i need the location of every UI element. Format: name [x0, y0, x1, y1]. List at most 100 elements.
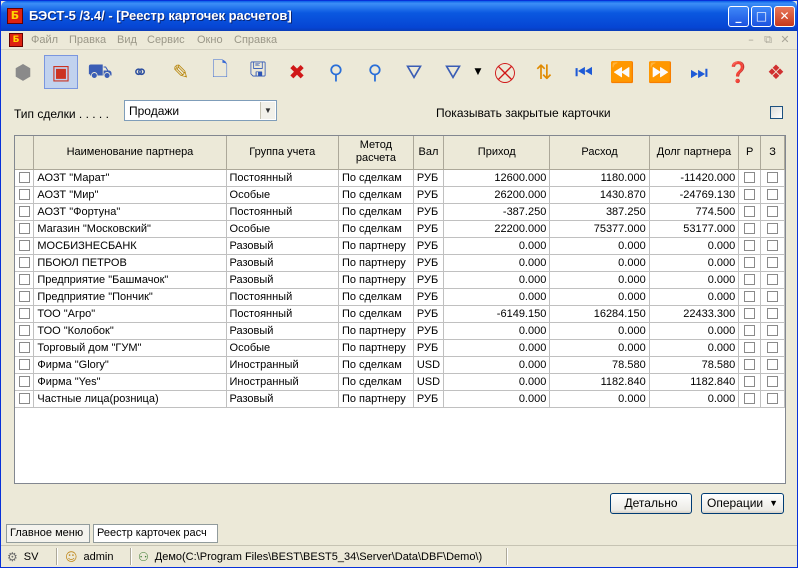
table-row[interactable]: Частные лица(розница) Разовый По партнеру Р… — [15, 390, 785, 408]
dropdown-arrow-icon[interactable]: ▼ — [470, 55, 486, 89]
cell-r[interactable] — [738, 373, 762, 391]
cell-group[interactable]: Особые — [226, 186, 339, 204]
cell-expense[interactable]: 0.000 — [549, 271, 650, 289]
r-checkbox[interactable] — [744, 206, 756, 218]
r-checkbox[interactable] — [744, 274, 756, 286]
register-icon[interactable]: ▣ — [44, 55, 78, 89]
r-checkbox[interactable] — [744, 257, 756, 269]
cell-z[interactable] — [760, 169, 785, 187]
row-select-cell[interactable] — [15, 203, 35, 221]
row-select-cell[interactable] — [15, 271, 35, 289]
cell-income[interactable]: 26200.000 — [443, 186, 551, 204]
row-checkbox[interactable] — [18, 325, 30, 337]
cell-income[interactable]: 22200.000 — [443, 220, 551, 238]
table-row[interactable]: Фирма "Glory" Иностранный По сделкам USD 0.0… — [15, 356, 785, 374]
cell-method[interactable]: По партнеру — [338, 339, 414, 357]
cell-r[interactable] — [738, 220, 762, 238]
r-checkbox[interactable] — [744, 342, 756, 354]
row-checkbox[interactable] — [18, 274, 30, 286]
menu-file[interactable]: Файл — [31, 34, 58, 46]
cell-income[interactable]: 0.000 — [443, 271, 551, 289]
table-row[interactable]: Фирма "Yes" Иностранный По сделкам USD 0.000… — [15, 373, 785, 391]
menu-help[interactable]: Справка — [234, 34, 277, 46]
z-checkbox[interactable] — [767, 257, 779, 269]
cell-r[interactable] — [738, 169, 762, 187]
cell-z[interactable] — [760, 288, 785, 306]
new-document-icon[interactable]: 🗋 — [203, 55, 237, 89]
cell-currency[interactable]: РУБ — [413, 390, 445, 408]
tab-main-menu[interactable]: Главное меню — [6, 524, 90, 543]
cell-debt[interactable]: 53177.000 — [649, 220, 740, 238]
details-button[interactable]: Детально — [610, 493, 692, 514]
cell-income[interactable]: 0.000 — [443, 254, 551, 272]
row-select-cell[interactable] — [15, 169, 35, 187]
z-checkbox[interactable] — [767, 240, 779, 252]
cell-currency[interactable]: РУБ — [413, 169, 445, 187]
find-next-icon[interactable]: ⚲ — [358, 55, 392, 89]
cell-debt[interactable]: 22433.300 — [649, 305, 740, 323]
cell-group[interactable]: Особые — [226, 339, 339, 357]
child-close-icon[interactable]: ✕ — [778, 34, 792, 47]
cell-group[interactable]: Разовый — [226, 322, 339, 340]
cell-z[interactable] — [760, 390, 785, 408]
cell-group[interactable]: Постоянный — [226, 305, 339, 323]
cell-income[interactable]: 0.000 — [443, 322, 551, 340]
cell-expense[interactable]: 75377.000 — [549, 220, 650, 238]
row-select-cell[interactable] — [15, 339, 35, 357]
cell-group[interactable]: Постоянный — [226, 203, 339, 221]
cell-expense[interactable]: 1430.870 — [549, 186, 650, 204]
child-minimize-icon[interactable]: – — [744, 34, 758, 47]
close-icon[interactable]: ✕ — [774, 6, 795, 27]
cell-group[interactable]: Разовый — [226, 254, 339, 272]
previous-record-icon[interactable]: ⏪ — [605, 55, 639, 89]
cell-method[interactable]: По партнеру — [338, 271, 414, 289]
cell-name[interactable]: Магазин "Московский" — [33, 220, 227, 238]
cell-expense[interactable]: 0.000 — [549, 254, 650, 272]
row-checkbox[interactable] — [18, 359, 30, 371]
cell-debt[interactable]: 0.000 — [649, 288, 740, 306]
cell-currency[interactable]: РУБ — [413, 339, 445, 357]
cell-group[interactable]: Иностранный — [226, 373, 339, 391]
cell-expense[interactable]: 0.000 — [549, 322, 650, 340]
cell-method[interactable]: По сделкам — [338, 288, 414, 306]
maximize-icon[interactable]: □ — [751, 6, 772, 27]
cell-income[interactable]: -387.250 — [443, 203, 551, 221]
cell-r[interactable] — [738, 390, 762, 408]
cell-r[interactable] — [738, 339, 762, 357]
row-checkbox[interactable] — [18, 240, 30, 252]
cell-currency[interactable]: РУБ — [413, 220, 445, 238]
cell-debt[interactable]: -24769.130 — [649, 186, 740, 204]
menu-service[interactable]: Сервис — [147, 34, 185, 46]
cell-z[interactable] — [760, 220, 785, 238]
cell-z[interactable] — [760, 373, 785, 391]
document-icon[interactable]: Б — [9, 33, 23, 47]
table-row[interactable]: МОСБИЗНЕСБАНК Разовый По партнеру РУБ 0.000 0… — [15, 237, 785, 255]
cell-r[interactable] — [738, 203, 762, 221]
edit-icon[interactable]: ✎ — [164, 55, 198, 89]
cell-group[interactable]: Постоянный — [226, 288, 339, 306]
cell-method[interactable]: По партнеру — [338, 390, 414, 408]
column-header-group[interactable]: Группа учета — [226, 136, 339, 170]
cell-group[interactable]: Разовый — [226, 390, 339, 408]
z-checkbox[interactable] — [767, 376, 779, 388]
cell-name[interactable]: Торговый дом "ГУМ" — [33, 339, 227, 357]
tab-register[interactable]: Реестр карточек расч — [93, 524, 218, 543]
row-checkbox[interactable] — [18, 257, 30, 269]
z-checkbox[interactable] — [767, 189, 779, 201]
cell-income[interactable]: 0.000 — [443, 237, 551, 255]
cell-currency[interactable]: USD — [413, 356, 445, 374]
row-select-cell[interactable] — [15, 186, 35, 204]
row-checkbox[interactable] — [18, 172, 30, 184]
cell-name[interactable]: АОЗТ "Фортуна" — [33, 203, 227, 221]
cell-r[interactable] — [738, 271, 762, 289]
row-checkbox[interactable] — [18, 206, 30, 218]
row-select-cell[interactable] — [15, 237, 35, 255]
r-checkbox[interactable] — [744, 240, 756, 252]
clear-filter-icon[interactable]: ⛒ — [488, 55, 522, 89]
z-checkbox[interactable] — [767, 274, 779, 286]
cell-debt[interactable]: 774.500 — [649, 203, 740, 221]
r-checkbox[interactable] — [744, 308, 756, 320]
z-checkbox[interactable] — [767, 223, 779, 235]
cell-currency[interactable]: РУБ — [413, 322, 445, 340]
cell-income[interactable]: 12600.000 — [443, 169, 551, 187]
